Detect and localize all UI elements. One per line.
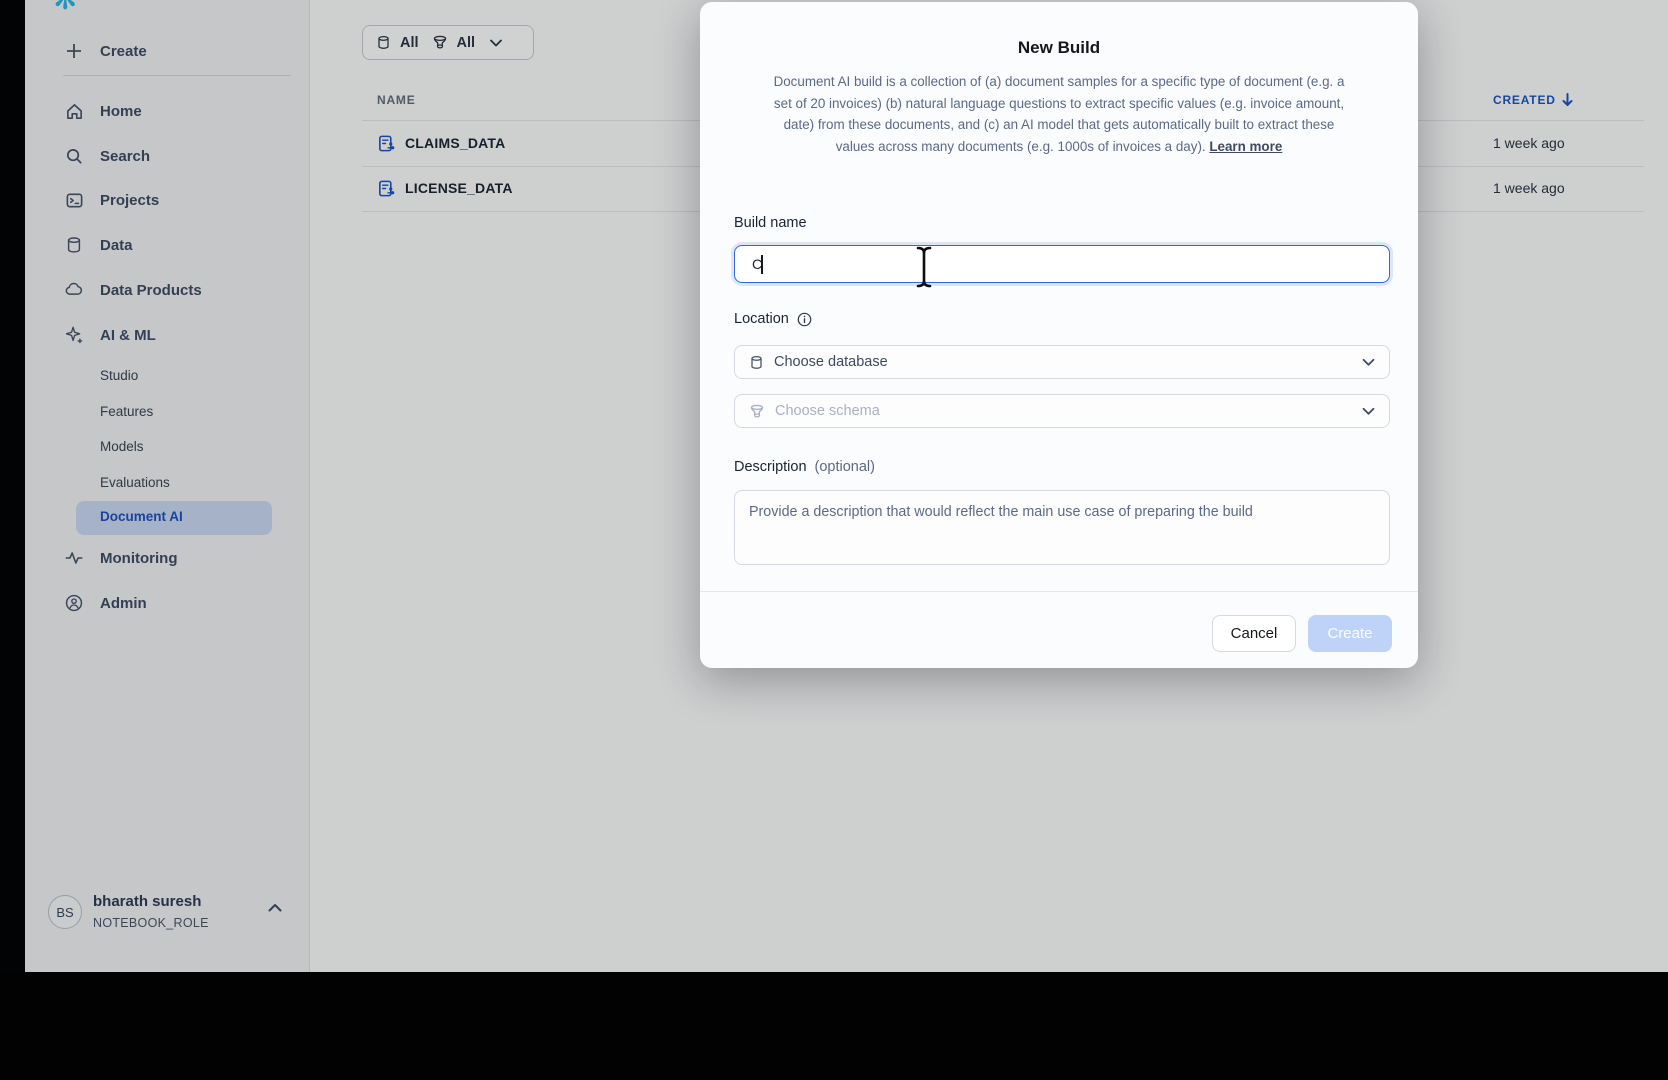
chevron-down-icon: [1362, 407, 1375, 416]
database-dropdown-value: Choose database: [774, 354, 1352, 370]
screen: ❋ Create Home Search: [0, 0, 1668, 1080]
location-label: Location: [734, 311, 812, 327]
mouse-cursor-ibeam: [915, 245, 933, 289]
info-icon[interactable]: [797, 312, 812, 327]
footer-divider: [700, 591, 1418, 592]
cancel-label: Cancel: [1231, 625, 1278, 642]
choose-schema-dropdown[interactable]: Choose schema: [734, 394, 1390, 428]
description-label-text: Description: [734, 459, 807, 475]
learn-more-link[interactable]: Learn more: [1209, 139, 1282, 154]
dialog-description: Document AI build is a collection of (a)…: [769, 71, 1349, 157]
chevron-down-icon: [1362, 358, 1375, 367]
create-button-disabled[interactable]: Create: [1308, 615, 1392, 652]
build-name-label: Build name: [734, 215, 807, 231]
new-build-dialog: New Build Document AI build is a collect…: [700, 2, 1418, 668]
description-textarea[interactable]: [734, 490, 1390, 565]
build-name-input[interactable]: [734, 245, 1390, 283]
optional-suffix: (optional): [815, 459, 875, 475]
dialog-title: New Build: [700, 38, 1418, 58]
cancel-button[interactable]: Cancel: [1212, 615, 1296, 652]
text-caret: [761, 255, 763, 274]
schema-icon: [749, 404, 765, 419]
build-name-label-text: Build name: [734, 215, 807, 231]
database-icon: [749, 355, 764, 370]
schema-dropdown-value: Choose schema: [775, 403, 1352, 419]
create-label: Create: [1327, 625, 1372, 642]
choose-database-dropdown[interactable]: Choose database: [734, 345, 1390, 379]
description-label: Description (optional): [734, 459, 875, 475]
location-label-text: Location: [734, 311, 789, 327]
